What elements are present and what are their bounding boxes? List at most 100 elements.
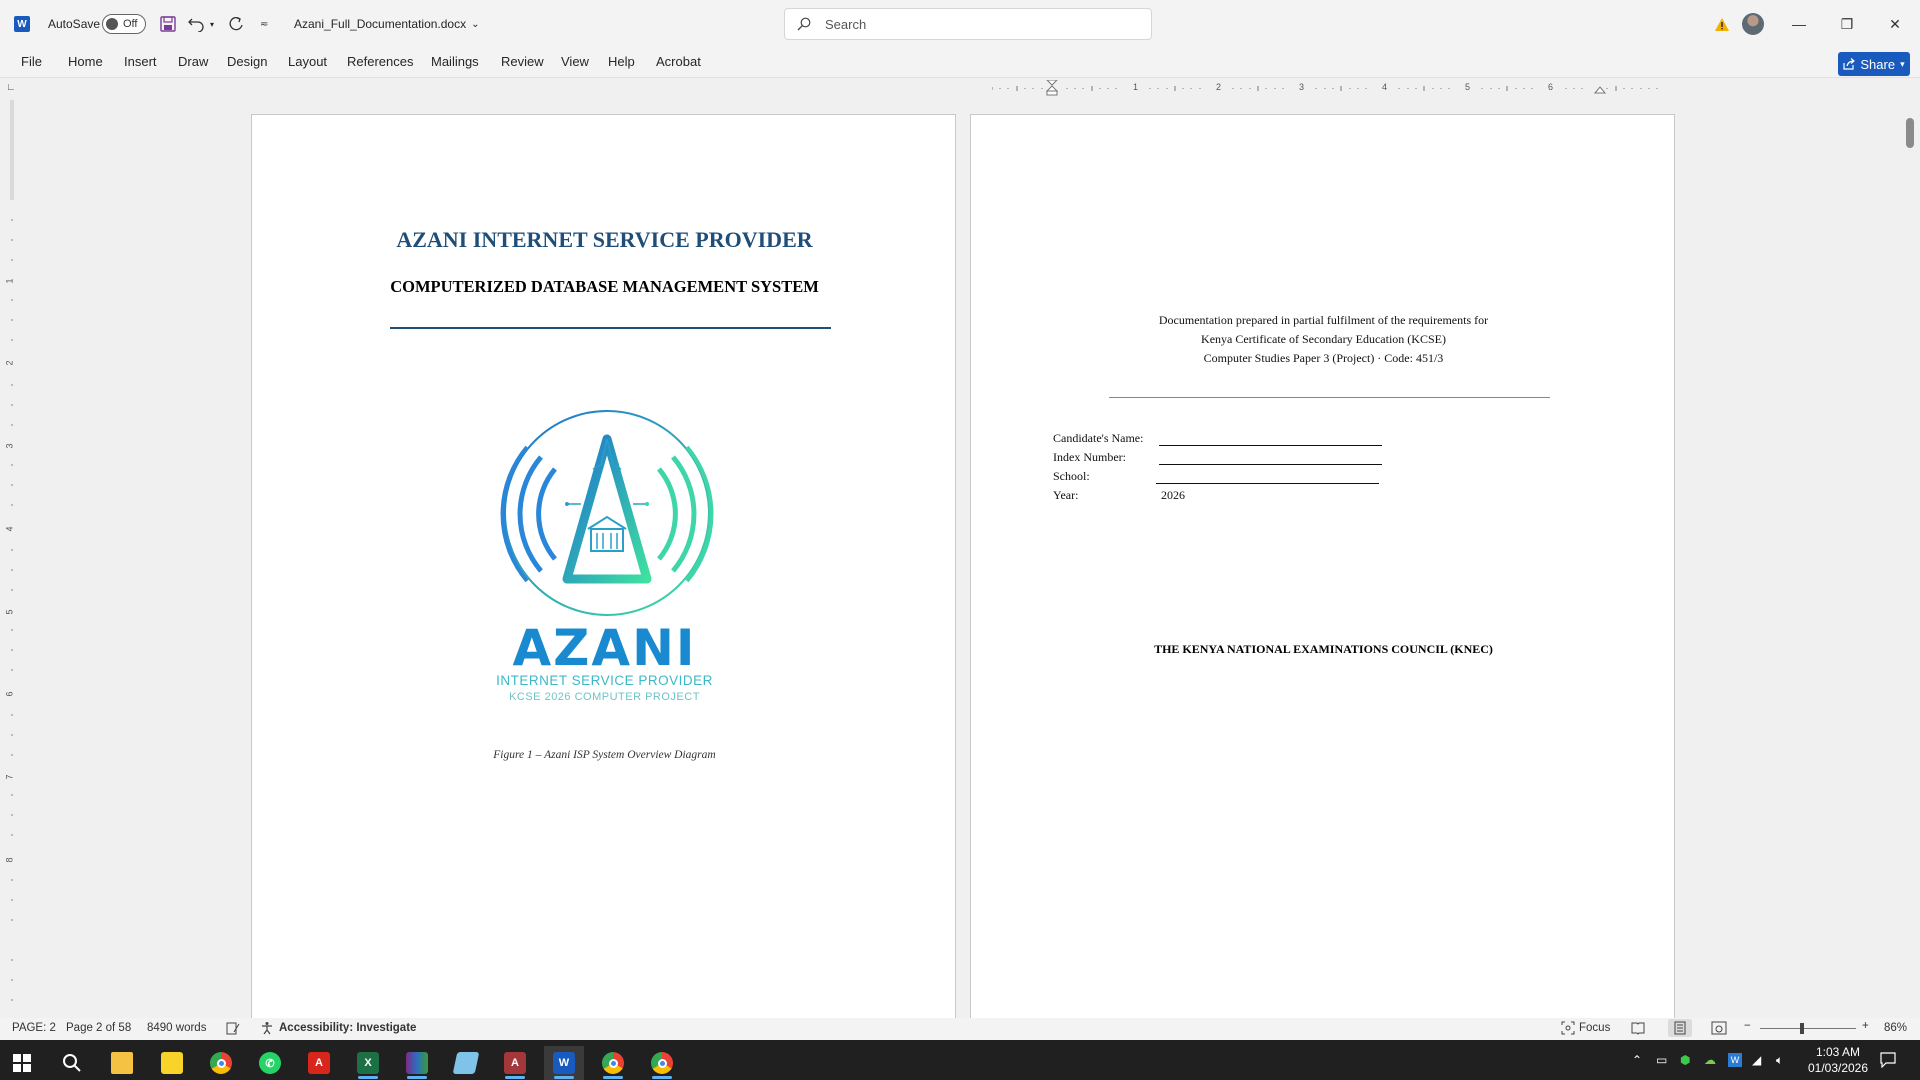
ruler-number: 3 [1299,82,1305,92]
tab-references[interactable]: References [347,54,413,69]
search-icon [797,17,811,31]
tab-home[interactable]: Home [68,54,103,69]
tray-shield-icon[interactable]: ⬢ [1680,1040,1690,1080]
redo-icon[interactable] [228,0,244,48]
word-app-icon[interactable]: W [14,0,30,48]
ruler-number: 7 [4,774,15,780]
windows-start-icon[interactable] [2,1046,42,1080]
zoom-in-icon[interactable]: + [1862,1020,1869,1032]
clock[interactable]: 1:03 AM 01/03/2026 [1798,1040,1878,1080]
file-explorer-icon[interactable] [102,1046,142,1080]
chrome-profile-icon[interactable] [593,1046,633,1080]
council-heading: THE KENYA NATIONAL EXAMINATIONS COUNCIL … [1154,642,1493,656]
status-page-field[interactable]: PAGE: 2 [12,1022,56,1034]
tray-word-icon[interactable]: W [1728,1040,1742,1080]
autosave-label: AutoSave [48,17,101,31]
ruler-number: 5 [1465,82,1471,92]
status-accessibility[interactable]: Accessibility: Investigate [279,1022,416,1034]
wifi-icon[interactable]: ◢ [1752,1040,1761,1080]
tab-acrobat[interactable]: Acrobat [656,54,701,69]
status-bar: PAGE: 2 Page 2 of 58 8490 words Accessib… [0,1018,1920,1040]
undo-dropdown-icon[interactable]: ▾ [210,0,214,48]
undo-icon[interactable] [188,0,206,48]
excel-icon[interactable]: X [348,1046,388,1080]
web-layout-icon[interactable] [1711,1021,1727,1038]
read-mode-icon[interactable] [1631,1021,1645,1038]
vertical-ruler[interactable] [6,100,18,1015]
user-avatar[interactable] [1742,0,1764,48]
document-title[interactable]: Azani_Full_Documentation.docx ⌄ [294,0,480,48]
accessibility-icon[interactable] [260,1021,274,1038]
tray-cloud-icon[interactable]: ☁ [1704,1040,1716,1080]
field-value-index-number[interactable] [1159,450,1382,465]
intro-line-2: Kenya Certificate of Secondary Education… [1201,332,1446,346]
tab-view[interactable]: View [561,54,589,69]
zoom-level[interactable]: 86% [1884,1022,1907,1034]
access-icon[interactable]: A [495,1046,535,1080]
tray-device-icon[interactable]: ▭ [1656,1040,1667,1080]
restore-icon[interactable]: ❐ [1824,0,1870,48]
tab-selector-icon[interactable]: ∟ [6,82,16,93]
minimize-icon[interactable]: — [1776,0,1822,48]
search-icon[interactable] [52,1046,92,1080]
zoom-out-icon[interactable]: − [1744,1020,1751,1032]
field-label-candidate-name: Candidate's Name: [1053,431,1144,445]
figure-caption: Figure 1 – Azani ISP System Overview Dia… [493,749,716,761]
zoom-slider[interactable] [1760,1028,1856,1029]
field-value-school[interactable] [1156,469,1379,484]
print-layout-icon[interactable] [1668,1019,1692,1037]
search-box[interactable]: Search [784,8,1152,40]
ruler-number: 6 [1548,82,1554,92]
logo-tagline: INTERNET SERVICE PROVIDER [496,673,713,688]
word-taskbar-icon[interactable]: W [544,1046,584,1080]
tab-layout[interactable]: Layout [288,54,327,69]
right-indent-marker[interactable] [1594,84,1606,94]
chrome-profile-2-icon[interactable] [642,1046,682,1080]
notepad-icon[interactable] [446,1046,486,1080]
chrome-icon[interactable] [201,1046,241,1080]
tab-mailings[interactable]: Mailings [431,54,479,69]
share-button[interactable]: Share ▾ [1838,52,1910,76]
winrar-icon[interactable] [397,1046,437,1080]
tab-help[interactable]: Help [608,54,635,69]
focus-label[interactable]: Focus [1579,1022,1610,1034]
close-icon[interactable]: ✕ [1872,0,1918,48]
ruler-number: 5 [4,609,15,615]
focus-icon[interactable] [1561,1021,1575,1038]
field-value-year[interactable]: 2026 [1161,488,1185,503]
notifications-icon[interactable] [1880,1040,1896,1080]
customize-qat-icon[interactable]: ≂ [260,0,268,48]
show-hidden-icons[interactable]: ⌃ [1632,1040,1642,1080]
taskbar: ✆ A X A W ⌃ ▭ ⬢ ☁ W ◢ 🔈︎ 1:03 AM 01/03/2… [0,1040,1920,1080]
document-page-left[interactable]: AZANI INTERNET SERVICE PROVIDER COMPUTER… [251,114,956,1019]
first-line-indent-marker[interactable] [1046,80,1058,96]
whatsapp-icon[interactable]: ✆ [250,1046,290,1080]
ruler-number: 4 [4,526,15,532]
autosave-toggle[interactable]: Off [102,0,146,48]
horizontal-ruler[interactable] [24,80,1896,96]
chevron-down-icon: ⌄ [471,18,480,30]
doc-title: AZANI INTERNET SERVICE PROVIDER [396,227,813,252]
sticky-notes-icon[interactable] [152,1046,192,1080]
zoom-slider-thumb[interactable] [1800,1023,1804,1034]
tab-review[interactable]: Review [501,54,544,69]
tab-draw[interactable]: Draw [178,54,208,69]
acrobat-icon[interactable]: A [299,1046,339,1080]
vertical-scrollbar-thumb[interactable] [1906,118,1914,148]
status-word-count[interactable]: 8490 words [147,1022,206,1034]
ruler-number: 8 [4,857,15,863]
ruler-number: 1 [1133,82,1139,92]
status-page-count[interactable]: Page 2 of 58 [66,1022,131,1034]
title-bar: W AutoSave Off ▾ ≂ Azani_Full_Documentat… [0,0,1920,48]
tab-design[interactable]: Design [227,54,267,69]
tab-insert[interactable]: Insert [124,54,157,69]
save-icon[interactable] [160,0,176,48]
tab-file[interactable]: File [21,54,42,69]
field-value-candidate-name[interactable] [1159,431,1382,446]
document-title-text: Azani_Full_Documentation.docx [294,17,467,31]
share-icon [1843,58,1856,70]
proofing-icon[interactable] [226,1021,240,1038]
document-page-right[interactable]: Documentation prepared in partial fulfil… [970,114,1675,1019]
warning-icon[interactable] [1714,0,1730,48]
volume-icon[interactable]: 🔈︎ [1776,1040,1783,1080]
